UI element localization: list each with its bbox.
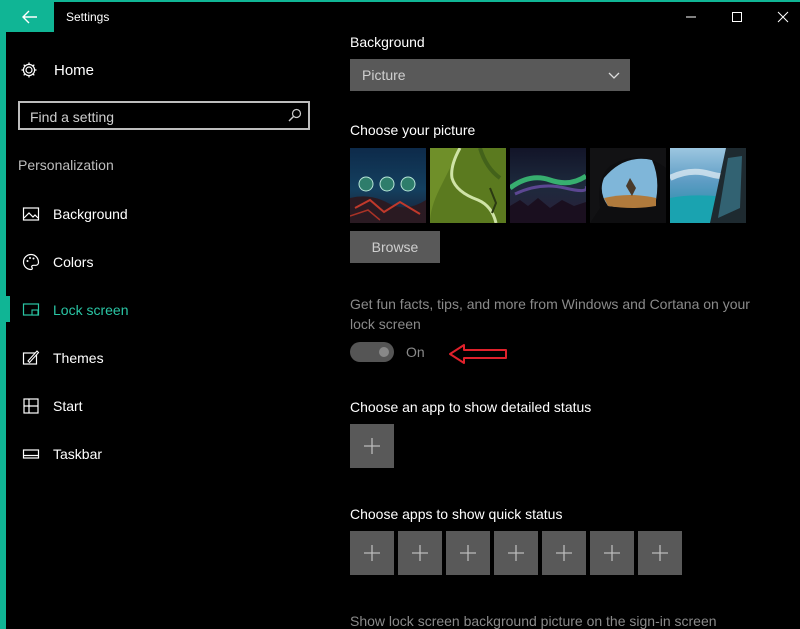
home-label: Home [54,61,95,79]
gear-icon [21,62,37,78]
maximize-button[interactable] [714,6,760,28]
plus-icon [604,545,620,561]
window-title: Settings [66,10,110,24]
add-quick-status-app-button-5[interactable] [542,531,586,575]
thumbnail-image [590,148,666,223]
sidebar-item-themes[interactable]: Themes [0,340,320,376]
add-quick-status-app-button-2[interactable] [398,531,442,575]
signin-background-description: Show lock screen background picture on t… [350,613,717,629]
sidebar-item-start[interactable]: Start [0,388,320,424]
section-heading: Personalization [18,157,114,173]
add-quick-status-app-button-3[interactable] [446,531,490,575]
plus-icon [412,545,428,561]
picture-thumbnail-5[interactable] [670,148,746,223]
chevron-down-icon [608,72,620,79]
add-quick-status-app-button-7[interactable] [638,531,682,575]
sidebar-item-label: Background [53,206,128,222]
search-box[interactable] [18,101,310,130]
thumbnail-image [510,148,586,223]
add-quick-status-app-button-1[interactable] [350,531,394,575]
sidebar-item-taskbar[interactable]: Taskbar [0,436,320,472]
sidebar-item-colors[interactable]: Colors [0,244,320,280]
toggle-state-label: On [406,344,425,360]
sidebar-item-label: Lock screen [53,302,129,318]
plus-icon [652,545,668,561]
add-detailed-status-app-button[interactable] [350,424,394,468]
quick-status-heading: Choose apps to show quick status [350,506,563,522]
thumbnail-image [350,148,426,223]
detailed-status-heading: Choose an app to show detailed status [350,399,592,415]
background-heading: Background [350,34,425,50]
toggle-knob [379,347,389,357]
background-dropdown[interactable]: Picture [350,59,630,91]
themes-icon [22,350,40,365]
picture-thumbnail-2[interactable] [430,148,506,223]
plus-icon [556,545,572,561]
back-arrow-icon [22,10,37,24]
sidebar-item-lock-screen[interactable]: Lock screen [0,292,320,328]
lock-screen-icon [22,303,40,316]
home-link[interactable]: Home [20,58,94,82]
picture-thumbnail-1[interactable] [350,148,426,223]
choose-picture-heading: Choose your picture [350,122,476,138]
thumbnail-image [430,148,506,223]
sidebar-item-label: Themes [53,350,104,366]
sidebar-item-label: Taskbar [53,446,103,462]
sidebar-item-label: Start [53,398,83,414]
start-icon [23,398,39,414]
window-top-border [0,0,800,2]
add-quick-status-app-button-6[interactable] [590,531,634,575]
sidebar-item-label: Colors [53,254,94,270]
thumbnail-image [670,148,746,223]
close-button[interactable] [760,6,800,28]
add-quick-status-app-button-4[interactable] [494,531,538,575]
close-icon [777,11,789,23]
minimize-icon [686,16,696,18]
fun-facts-toggle[interactable] [350,342,394,362]
minimize-button[interactable] [668,6,714,28]
search-icon[interactable] [288,108,302,122]
background-dropdown-value: Picture [362,67,406,83]
fun-facts-description: Get fun facts, tips, and more from Windo… [350,296,750,332]
red-arrow-annotation-icon [449,344,507,364]
picture-thumbnail-4[interactable] [590,148,666,223]
picture-icon [22,207,40,221]
taskbar-icon [22,449,40,459]
picture-thumbnail-3[interactable] [510,148,586,223]
plus-icon [364,545,380,561]
sidebar-item-background[interactable]: Background [0,196,320,232]
search-input[interactable] [20,103,282,130]
plus-icon [508,545,524,561]
palette-icon [22,253,40,271]
maximize-icon [732,12,742,22]
plus-icon [364,438,380,454]
plus-icon [460,545,476,561]
back-button[interactable] [6,2,54,32]
browse-button[interactable]: Browse [350,231,440,263]
